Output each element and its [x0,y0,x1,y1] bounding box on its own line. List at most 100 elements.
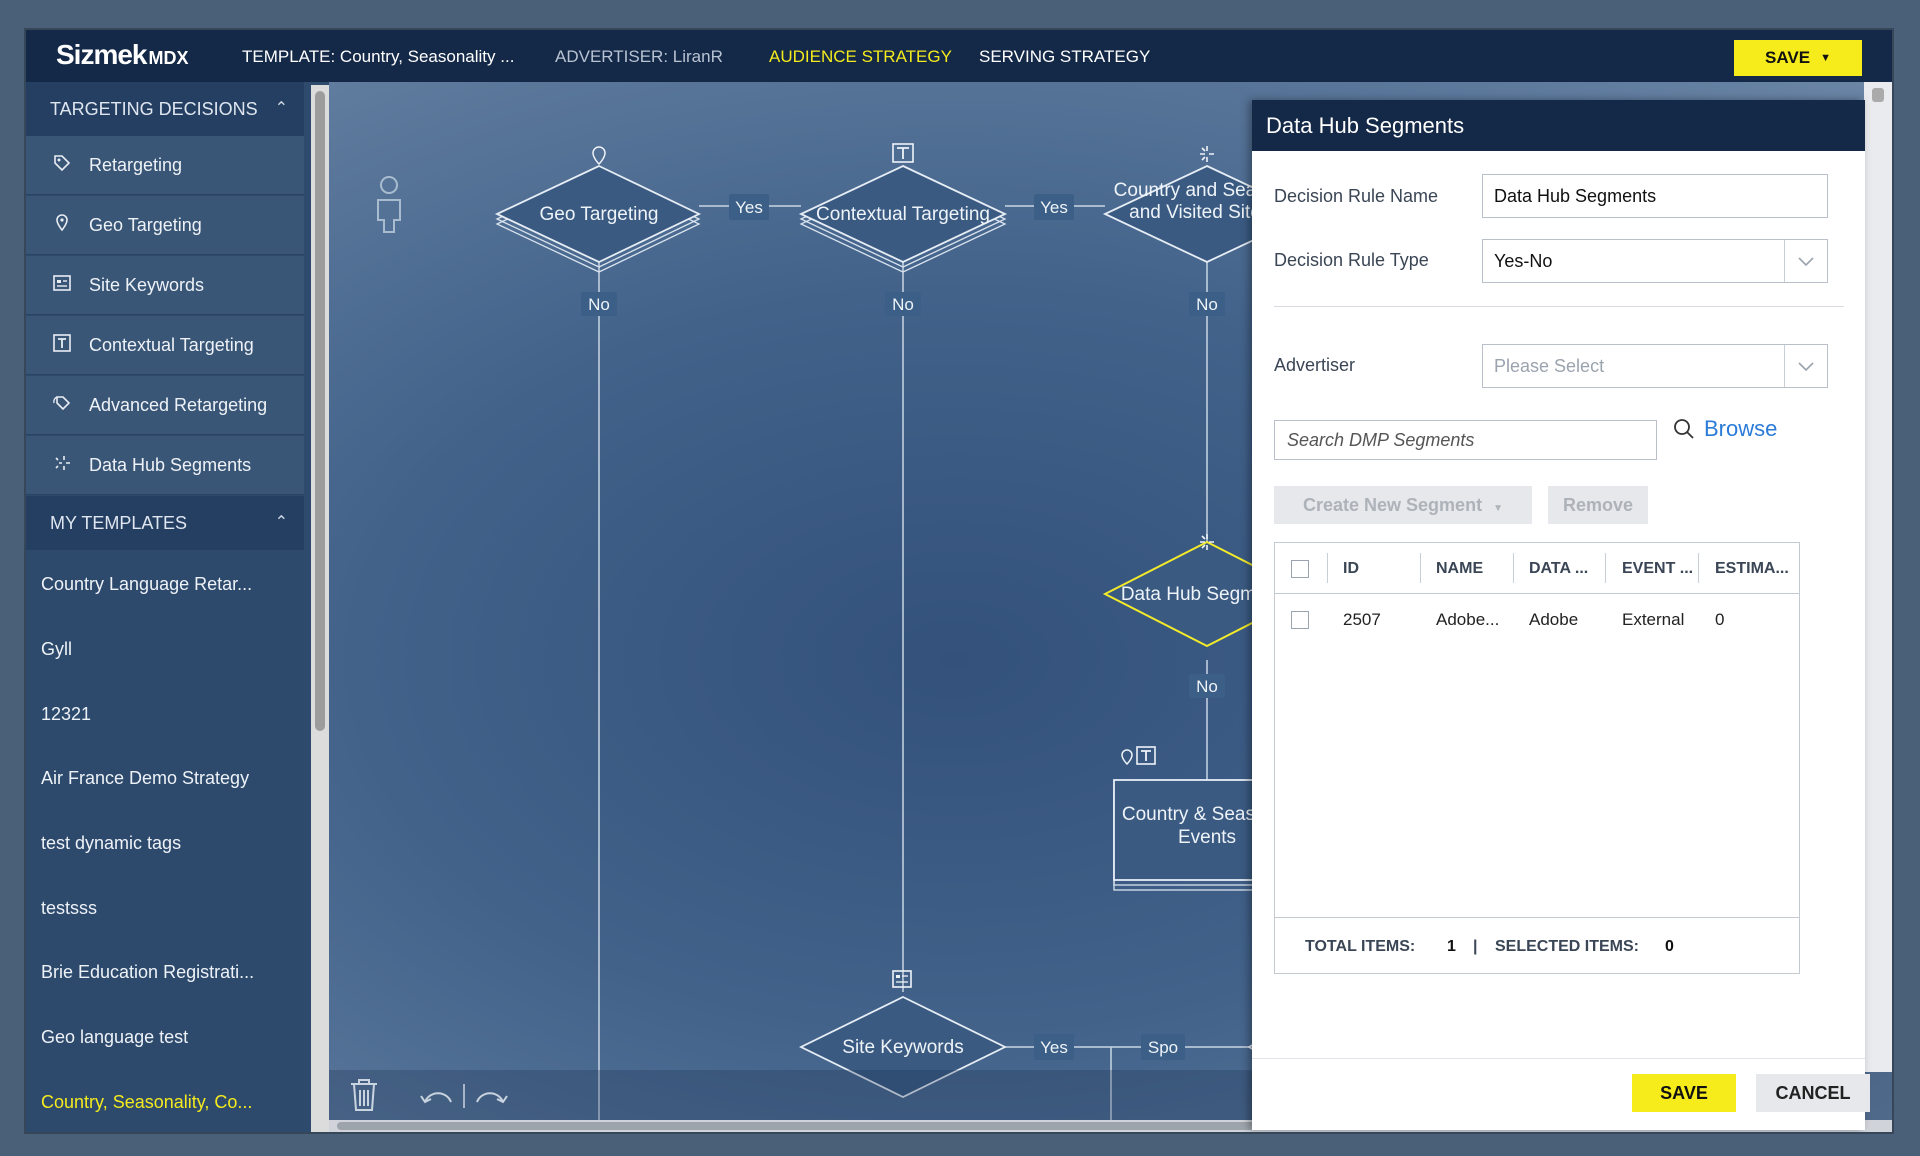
cell-estimated: 0 [1715,610,1725,629]
template-item[interactable]: Air France Demo Strategy [41,768,249,789]
top-navigation-bar: Sizmek MDX TEMPLATE: Country, Seasonality… [26,30,1892,82]
no-label: No [581,292,617,316]
column-header-name[interactable]: NAME [1436,560,1483,578]
tab-audience-strategy[interactable]: AUDIENCE STRATEGY [769,47,952,67]
sidebar-scrollbar[interactable] [311,85,329,1132]
app-window: Sizmek MDX TEMPLATE: Country, Seasonality… [26,30,1892,1132]
scrollbar-thumb[interactable] [1872,88,1884,102]
sidebar-item-label: Data Hub Segments [89,455,252,475]
yes-label: Yes [1034,194,1074,220]
column-separator [1327,553,1328,583]
no-label: No [1189,292,1225,316]
svg-text:Spo: Spo [1148,1038,1178,1057]
undo-icon[interactable] [420,1092,452,1104]
contextual-targeting-node[interactable]: Contextual Targeting [798,143,1008,273]
column-separator [1605,553,1606,583]
svg-text:No: No [588,295,610,314]
person-icon [377,176,401,233]
text-t-icon [53,334,71,352]
template-item[interactable]: Geo language test [41,1027,188,1048]
sidebar-item-geo-targeting[interactable]: Geo Targeting [26,196,304,255]
select-all-checkbox[interactable] [1291,560,1309,578]
data-hub-segments-panel: Data Hub Segments Decision Rule Name Dat… [1252,100,1870,1131]
browse-link[interactable]: Browse [1672,416,1777,442]
redo-icon[interactable] [476,1092,508,1104]
node-label: Site Keywords [842,1037,963,1058]
template-item-selected[interactable]: Country, Seasonality, Co... [41,1092,252,1113]
search-dmp-segments-input[interactable]: Search DMP Segments [1274,420,1657,460]
canvas-vertical-scrollbar[interactable] [1864,82,1892,1072]
column-header-estimated[interactable]: ESTIMA... [1715,560,1789,578]
column-header-event[interactable]: EVENT ... [1622,560,1693,578]
no-label: No [1189,674,1225,698]
rule-type-select[interactable]: Yes-No [1482,239,1828,283]
advertiser-name[interactable]: ADVERTISER: LiranR [555,47,723,67]
node-label: Contextual Targeting [816,204,990,225]
scrollbar-thumb[interactable] [315,91,325,731]
no-label: No [885,292,921,316]
tag-refresh-icon [53,396,71,411]
cancel-button[interactable]: CANCEL [1756,1074,1870,1112]
sidebar-item-retargeting[interactable]: Retargeting [26,136,304,195]
selected-items-label: SELECTED ITEMS: [1495,938,1640,955]
column-header-data[interactable]: DATA ... [1529,560,1588,578]
browse-label: Browse [1704,416,1778,441]
panel-footer: SAVE CANCEL [1252,1058,1870,1131]
svg-text:No: No [1196,677,1218,696]
sidebar-item-advanced-retargeting[interactable]: Advanced Retargeting [26,376,304,435]
sidebar-item-label: Contextual Targeting [89,335,254,355]
targeting-decisions-header[interactable]: TARGETING DECISIONS ⌃ [26,82,304,136]
location-pin-icon [56,214,68,232]
table-footer: TOTAL ITEMS: 1 | SELECTED ITEMS: 0 [1275,917,1799,974]
advertiser-select[interactable]: Please Select [1482,344,1828,388]
create-new-segment-button[interactable]: Create New Segment ▼ [1274,486,1532,524]
geo-targeting-node[interactable]: Geo Targeting [494,146,702,273]
my-templates-header[interactable]: MY TEMPLATES ⌃ [26,496,304,550]
template-item[interactable]: testsss [41,898,97,919]
template-name[interactable]: TEMPLATE: Country, Seasonality ... [242,47,514,67]
chevron-down-icon [1784,240,1827,282]
total-items-value: 1 [1447,938,1456,955]
template-item[interactable]: Country Language Retar... [41,574,252,595]
sidebar-item-site-keywords[interactable]: Site Keywords [26,256,304,315]
sparkle-icon [1200,146,1214,162]
svg-text:No: No [1196,295,1218,314]
rule-type-value: Yes-No [1494,251,1553,271]
save-button[interactable]: SAVE [1632,1074,1736,1112]
template-item[interactable]: Brie Education Registrati... [41,962,254,983]
caret-down-icon: ▼ [1820,52,1831,64]
node-label-line2: Events [1178,827,1236,848]
keywords-icon [53,275,71,291]
logo-text: Sizmek [56,39,147,70]
cell-event: External [1622,610,1685,629]
rule-name-input[interactable]: Data Hub Segments [1482,174,1828,218]
trash-icon[interactable] [351,1079,377,1111]
row-checkbox[interactable] [1291,611,1309,629]
tab-serving-strategy[interactable]: SERVING STRATEGY [979,47,1150,67]
top-save-button[interactable]: SAVE ▼ [1734,40,1862,76]
node-label-line2: and Visited Site [1129,202,1261,223]
segments-table: ID NAME DATA ... EVENT ... ESTIMA... 250… [1274,542,1800,974]
svg-text:Yes: Yes [1040,1038,1068,1057]
sidebar-item-data-hub-segments[interactable]: Data Hub Segments [26,436,304,495]
template-item[interactable]: 12321 [41,704,91,725]
sidebar-item-contextual-targeting[interactable]: Contextual Targeting [26,316,304,375]
spo-label: Spo [1141,1034,1185,1060]
remove-button[interactable]: Remove [1548,486,1648,524]
table-header: ID NAME DATA ... EVENT ... ESTIMA... [1275,543,1799,594]
toolbar-icons [351,1079,508,1111]
logo-subtext: MDX [148,48,189,68]
footer-divider: | [1473,938,1478,955]
column-separator [1698,553,1699,583]
yes-label: Yes [729,194,769,220]
sidebar-item-label: Geo Targeting [89,215,202,235]
sidebar: TARGETING DECISIONS ⌃ Retargeting Geo Ta… [26,82,304,1132]
svg-text:Yes: Yes [1040,198,1068,217]
tag-icon [54,155,71,172]
template-item[interactable]: Gyll [41,639,72,660]
template-item[interactable]: test dynamic tags [41,833,181,854]
total-items-label: TOTAL ITEMS: [1305,938,1416,955]
column-header-id[interactable]: ID [1343,560,1359,578]
cell-data-provider: Adobe [1529,610,1579,629]
location-pin-icon [1121,749,1133,766]
